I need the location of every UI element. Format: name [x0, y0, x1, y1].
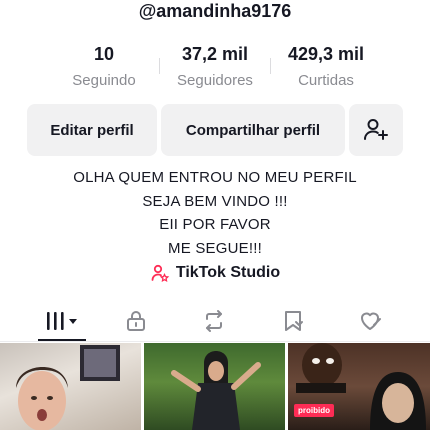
share-profile-button[interactable]: Compartilhar perfil [161, 104, 345, 156]
tiktok-studio-label: TikTok Studio [175, 264, 281, 281]
bio-line: ME SEGUE!!! [168, 239, 262, 257]
video-thumbnail[interactable] [0, 343, 141, 430]
tiktok-studio-link[interactable]: TikTok Studio [0, 261, 430, 285]
video-thumbnail[interactable]: proibido [288, 343, 430, 430]
stat-followers-label: Seguidores [177, 72, 253, 89]
tab-private[interactable] [106, 300, 166, 342]
stat-followers[interactable]: 37,2 mil Seguidores [165, 42, 265, 92]
stat-likes[interactable]: 429,3 mil Curtidas [276, 42, 376, 92]
lock-icon [127, 311, 145, 331]
repost-icon [206, 310, 222, 332]
video-badge: proibido [294, 404, 334, 417]
add-friend-button[interactable] [349, 104, 403, 156]
tab-liked[interactable] [341, 300, 401, 342]
bio-line: OLHA QUEM ENTROU NO MEU PERFIL [73, 169, 357, 186]
tab-videos[interactable] [32, 300, 92, 342]
add-user-icon [364, 119, 388, 140]
stats-divider [159, 58, 160, 74]
edit-profile-button[interactable]: Editar perfil [27, 104, 157, 156]
profile-stats: 10 Seguindo 37,2 mil Seguidores 429,3 mi… [0, 42, 430, 90]
videos-grid-icon [47, 312, 77, 330]
liked-heart-icon [361, 312, 381, 330]
video-thumbnail-art [171, 351, 261, 430]
stats-divider [270, 58, 271, 74]
video-thumbnail[interactable] [144, 343, 285, 430]
stat-followers-value: 37,2 mil [181, 44, 249, 64]
tab-saved[interactable] [263, 300, 323, 342]
bio-line: EII POR FAVOR [159, 216, 271, 233]
video-grid: proibido [0, 343, 430, 430]
studio-person-icon [151, 264, 170, 283]
saved-bookmark-icon [285, 311, 303, 331]
active-tab-indicator [38, 339, 86, 341]
stat-following-label: Seguindo [72, 72, 136, 89]
profile-username: @amandinha9176 [138, 1, 292, 21]
stat-following[interactable]: 10 Seguindo [54, 42, 154, 92]
video-thumbnail-art [16, 345, 120, 430]
stat-likes-label: Curtidas [298, 72, 354, 89]
profile-bio: OLHA QUEM ENTROU NO MEU PERFIL SEJA BEM … [0, 166, 430, 260]
stat-following-value: 10 [93, 44, 115, 64]
profile-tabs [0, 300, 430, 342]
tab-reposts[interactable] [184, 300, 244, 342]
stat-likes-value: 429,3 mil [287, 44, 365, 64]
bio-line: SEJA BEM VINDO !!! [142, 192, 288, 210]
